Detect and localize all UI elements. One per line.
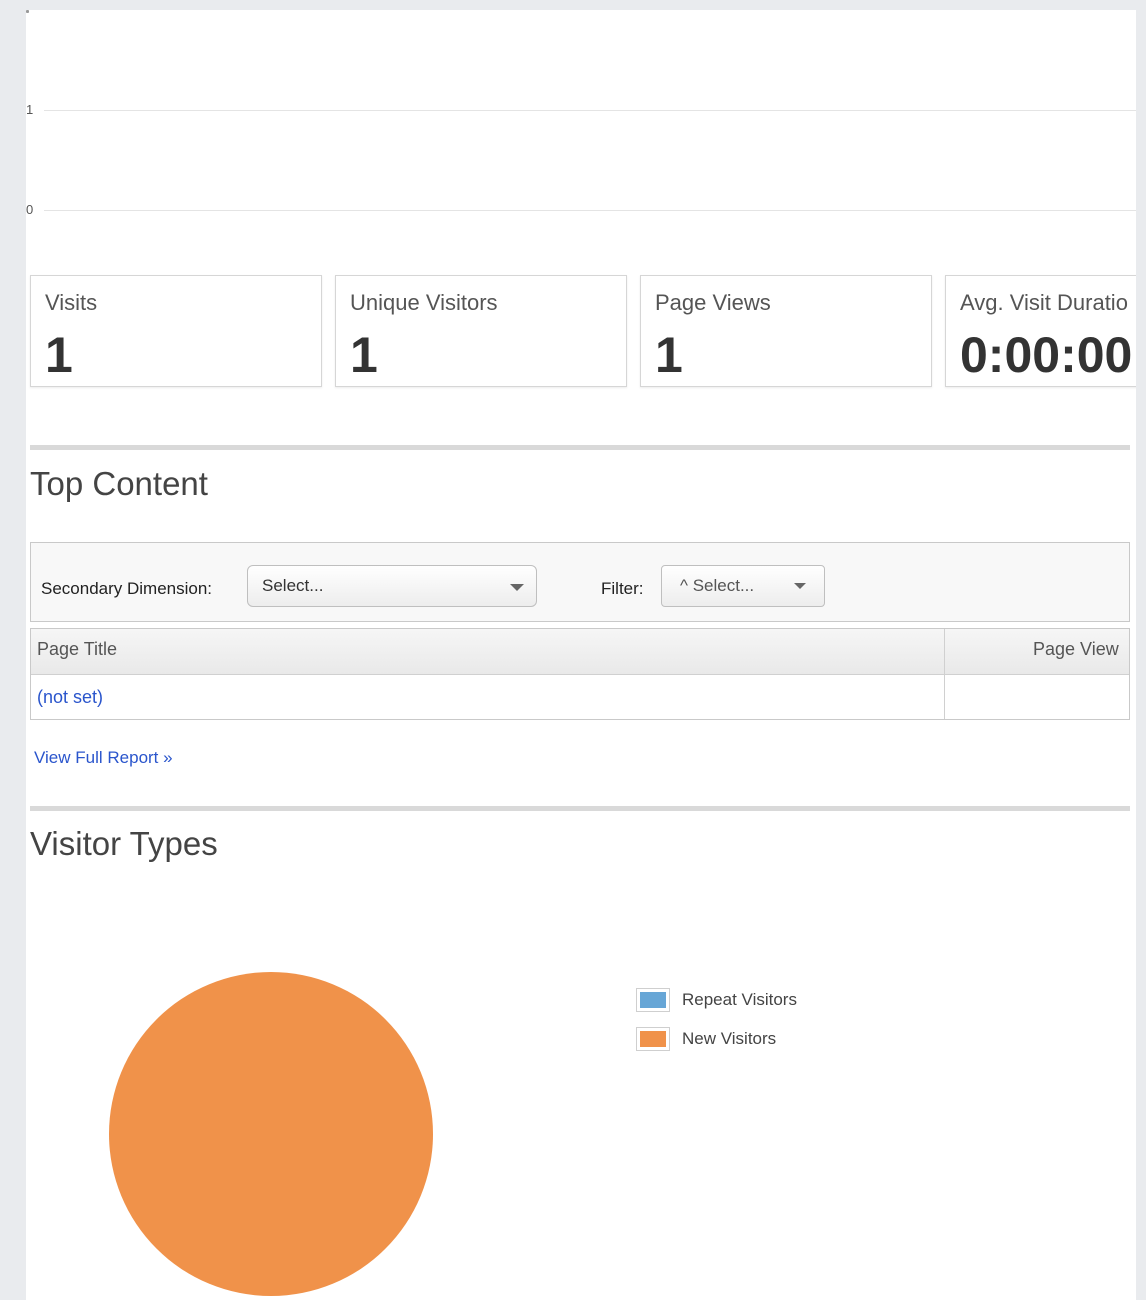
legend-swatch [636,1027,670,1051]
chevron-down-icon [510,584,524,591]
column-header-page-views[interactable]: Page View [1033,639,1119,660]
view-full-report-link[interactable]: View Full Report » [34,748,173,768]
metric-label: Page Views [655,290,771,315]
metric-value: 1 [350,327,378,383]
top-content-title: Top Content [30,465,208,502]
metric-value: 1 [655,327,683,383]
metric-value: 0:00:00 [960,327,1133,383]
table-toolbar: Secondary Dimension: Select... Filter: ^… [30,542,1130,622]
page-title-link[interactable]: (not set) [37,687,103,708]
metric-label: Avg. Visit Duratio [960,290,1128,315]
metric-card-visits[interactable]: Visits 1 [30,275,322,387]
filter-select[interactable]: ^ Select... [661,565,825,607]
legend-label: Repeat Visitors [682,990,797,1009]
legend-swatch-fill [640,1031,666,1047]
metric-card-unique-visitors[interactable]: Unique Visitors 1 [335,275,627,387]
column-header-page-title[interactable]: Page Title [37,639,117,660]
gridline-0 [44,210,1136,211]
metric-card-page-views[interactable]: Page Views 1 [640,275,932,387]
chart-marker [26,10,29,13]
section-divider [30,806,1130,811]
visitor-types-title: Visitor Types [30,825,218,862]
secondary-dimension-value: Select... [262,576,324,595]
gridline-1 [44,110,1136,111]
top-content-table: Page Title Page View (not set) [30,628,1130,720]
table-header: Page Title Page View [31,629,1129,675]
legend-swatch-fill [640,992,666,1008]
metric-value: 1 [45,327,73,383]
section-divider [30,445,1130,450]
chevron-down-icon [794,583,806,589]
filter-value: ^ Select... [680,576,755,595]
column-divider [944,629,945,719]
legend-swatch [636,988,670,1012]
metric-label: Visits [45,290,98,315]
y-tick-1: 1 [26,102,34,117]
legend-label: New Visitors [682,1029,777,1048]
y-tick-0: 0 [26,202,34,217]
dashboard-panel: 1 0 Visits 1 Unique Visitors 1 Page View… [26,10,1136,1300]
metric-card-avg-visit-duration[interactable]: Avg. Visit Duratio 0:00:00 [945,275,1136,387]
secondary-dimension-select[interactable]: Select... [247,565,537,607]
filter-label: Filter: [601,579,644,598]
secondary-dimension-label: Secondary Dimension: [41,579,213,598]
pie-slice-new-visitors[interactable] [109,972,433,1296]
metric-label: Unique Visitors [350,290,498,315]
visitor-types-pie-chart [109,972,433,1296]
